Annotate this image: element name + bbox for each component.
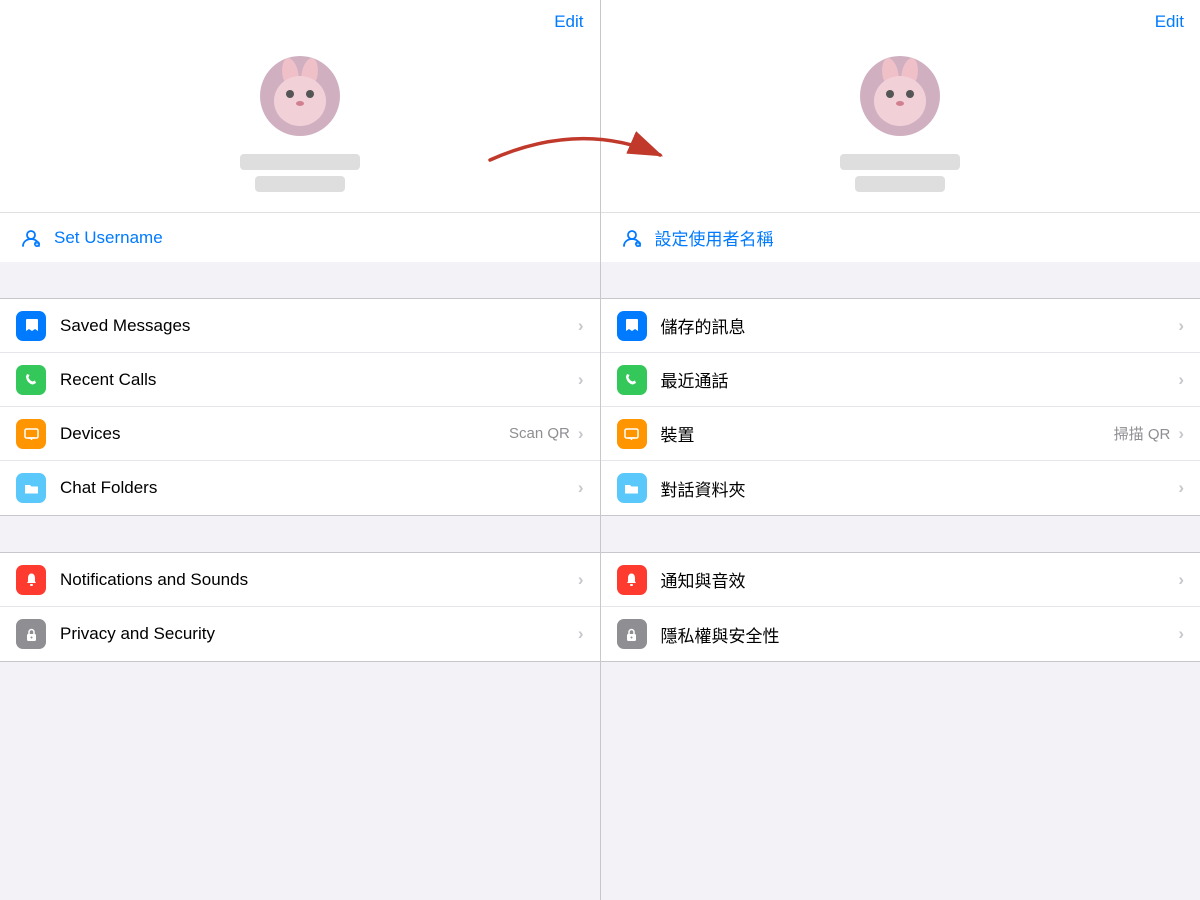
left-saved-messages-icon (16, 311, 46, 341)
right-profile-section: Edit (601, 0, 1200, 212)
right-menu-item-saved-messages[interactable]: 儲存的訊息 › (601, 299, 1200, 353)
right-privacy-label: 隱私權與安全性 (661, 622, 1175, 647)
right-chat-folders-icon (617, 473, 647, 503)
left-name-block (240, 154, 360, 192)
right-notifications-icon (617, 565, 647, 595)
right-chat-folders-label: 對話資料夾 (661, 476, 1175, 501)
right-avatar (860, 56, 940, 136)
svg-text:+: + (636, 242, 639, 248)
right-devices-secondary: 掃描 QR (1114, 423, 1171, 444)
left-devices-icon (16, 419, 46, 449)
right-menu-item-devices[interactable]: 裝置 掃描 QR › (601, 407, 1200, 461)
right-recent-calls-chevron: › (1178, 370, 1184, 390)
left-menu-item-devices[interactable]: Devices Scan QR › (0, 407, 600, 461)
left-profile-col (240, 56, 360, 192)
right-profile-col (840, 56, 960, 192)
right-saved-messages-icon (617, 311, 647, 341)
left-recent-calls-chevron: › (578, 370, 584, 390)
left-section-sep-2 (0, 516, 600, 552)
left-chat-folders-icon (16, 473, 46, 503)
left-name-blur-2 (255, 176, 345, 192)
right-panel: Edit (601, 0, 1200, 900)
right-set-username-row[interactable]: + 設定使用者名稱 (601, 212, 1200, 262)
right-menu-item-chat-folders[interactable]: 對話資料夾 › (601, 461, 1200, 515)
right-notifications-chevron: › (1178, 570, 1184, 590)
right-devices-label: 裝置 (661, 421, 1114, 446)
left-menu-item-notifications[interactable]: Notifications and Sounds › (0, 553, 600, 607)
left-menu-list-2: Notifications and Sounds › Privacy and S… (0, 552, 600, 662)
left-menu-item-saved-messages[interactable]: Saved Messages › (0, 299, 600, 353)
left-notifications-chevron: › (578, 570, 584, 590)
left-devices-secondary: Scan QR (509, 425, 570, 442)
left-avatar (260, 56, 340, 136)
left-avatar-image (260, 56, 340, 136)
right-privacy-icon (617, 619, 647, 649)
right-menu-item-privacy[interactable]: 隱私權與安全性 › (601, 607, 1200, 661)
left-privacy-label: Privacy and Security (60, 624, 574, 644)
left-panel: Edit (0, 0, 600, 900)
right-devices-icon (617, 419, 647, 449)
right-recent-calls-label: 最近通話 (661, 367, 1175, 392)
left-chat-folders-chevron: › (578, 478, 584, 498)
left-saved-messages-chevron: › (578, 316, 584, 336)
right-avatar-image (860, 56, 940, 136)
left-menu-list-1: Saved Messages › Recent Calls › Devices … (0, 298, 600, 516)
right-devices-chevron: › (1178, 424, 1184, 444)
right-menu-list-1: 儲存的訊息 › 最近通話 › 裝置 掃描 QR › 對話資料夾 › (601, 298, 1200, 516)
left-recent-calls-icon (16, 365, 46, 395)
right-recent-calls-icon (617, 365, 647, 395)
right-notifications-label: 通知與音效 (661, 567, 1175, 592)
right-name-blur-2 (855, 176, 945, 192)
right-menu-item-recent-calls[interactable]: 最近通話 › (601, 353, 1200, 407)
left-chat-folders-label: Chat Folders (60, 478, 574, 498)
left-devices-chevron: › (578, 424, 584, 444)
svg-text:+: + (36, 242, 39, 248)
right-privacy-chevron: › (1178, 624, 1184, 644)
left-set-username-label: Set Username (54, 228, 163, 248)
left-notifications-label: Notifications and Sounds (60, 570, 574, 590)
left-username-icon: + (20, 227, 42, 249)
left-profile-section: Edit (0, 0, 600, 212)
right-saved-messages-chevron: › (1178, 316, 1184, 336)
right-chat-folders-chevron: › (1178, 478, 1184, 498)
left-privacy-icon (16, 619, 46, 649)
left-saved-messages-label: Saved Messages (60, 316, 574, 336)
right-username-icon: + (621, 227, 643, 249)
left-edit-button[interactable]: Edit (554, 12, 583, 32)
right-menu-item-notifications[interactable]: 通知與音效 › (601, 553, 1200, 607)
right-name-block (840, 154, 960, 192)
right-set-username-label: 設定使用者名稱 (655, 225, 774, 250)
left-menu-item-privacy[interactable]: Privacy and Security › (0, 607, 600, 661)
right-menu-list-2: 通知與音效 › 隱私權與安全性 › (601, 552, 1200, 662)
right-section-sep-2 (601, 516, 1200, 552)
left-recent-calls-label: Recent Calls (60, 370, 574, 390)
right-section-sep-1 (601, 262, 1200, 298)
right-edit-button[interactable]: Edit (1155, 12, 1184, 32)
left-menu-item-recent-calls[interactable]: Recent Calls › (0, 353, 600, 407)
right-saved-messages-label: 儲存的訊息 (661, 313, 1175, 338)
left-privacy-chevron: › (578, 624, 584, 644)
left-section-sep-1 (0, 262, 600, 298)
left-name-blur-1 (240, 154, 360, 170)
left-set-username-row[interactable]: + Set Username (0, 212, 600, 262)
right-name-blur-1 (840, 154, 960, 170)
left-menu-item-chat-folders[interactable]: Chat Folders › (0, 461, 600, 515)
left-devices-label: Devices (60, 424, 509, 444)
left-notifications-icon (16, 565, 46, 595)
